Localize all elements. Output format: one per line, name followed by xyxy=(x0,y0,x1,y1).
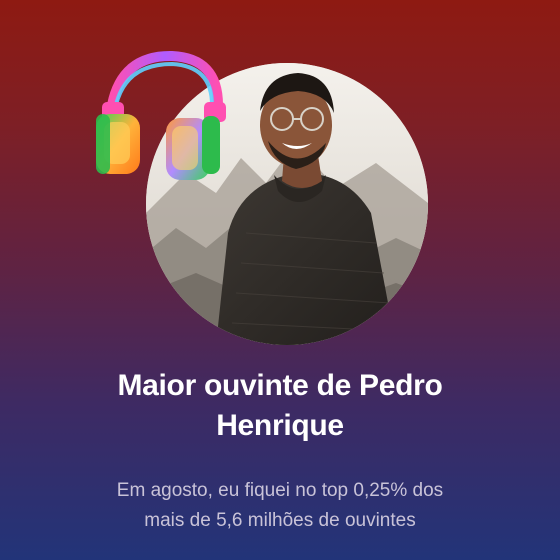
fan-card: Maior ouvinte de Pedro Henrique Em agost… xyxy=(0,0,560,560)
headphones-icon xyxy=(92,50,232,190)
title-line-1: Maior ouvinte de Pedro xyxy=(117,369,443,402)
subtitle-line-2: mais de 5,6 milhões de ouvintes xyxy=(144,510,416,531)
subtitle-line-1: Em agosto, eu fiquei no top 0,25% dos xyxy=(116,480,444,501)
card-title: Maior ouvinte de Pedro Henrique xyxy=(40,366,520,446)
title-line-2: Henrique xyxy=(216,409,344,442)
card-subtitle: Em agosto, eu fiquei no top 0,25% dos ma… xyxy=(40,476,520,536)
